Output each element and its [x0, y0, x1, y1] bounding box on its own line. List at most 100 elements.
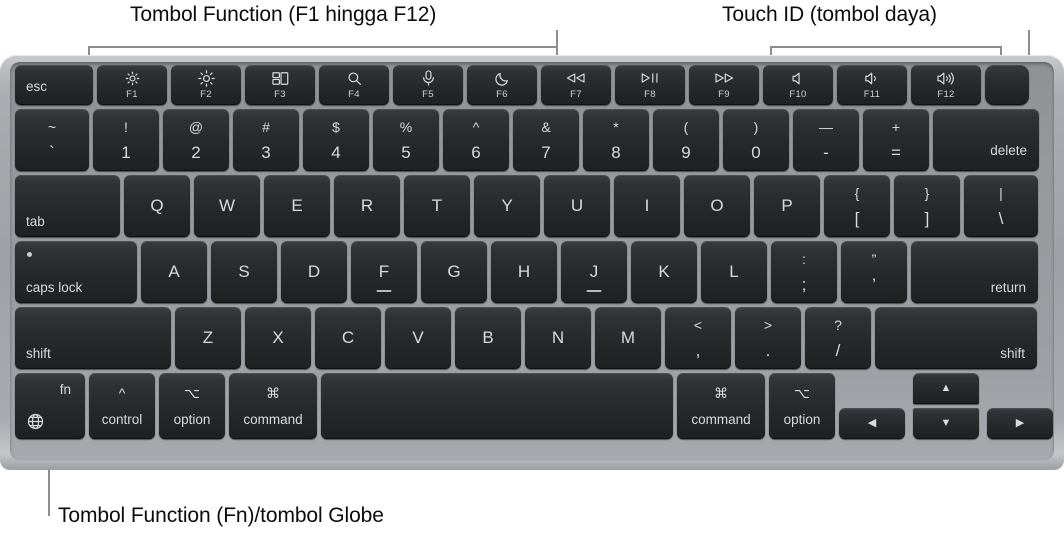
- equals-plus-key[interactable]: + =: [863, 109, 929, 171]
- arrow-key-cluster: ◀ ▲ ▼ ▶: [839, 373, 1053, 439]
- space-bar[interactable]: [321, 373, 673, 439]
- dictation-microphone-icon: [422, 70, 435, 86]
- n-key[interactable]: N: [525, 307, 591, 369]
- digit-6-key[interactable]: ^ 6: [443, 109, 509, 171]
- comma-shift-label: <: [693, 317, 703, 333]
- f6-do-not-disturb-key[interactable]: F6: [467, 65, 537, 105]
- x-key[interactable]: X: [245, 307, 311, 369]
- digit-2-key[interactable]: @ 2: [163, 109, 229, 171]
- esc-key[interactable]: esc: [15, 65, 93, 105]
- touch-id-power-key[interactable]: [985, 65, 1029, 105]
- f2-brightness-up-key[interactable]: F2: [171, 65, 241, 105]
- digit-5-key[interactable]: % 5: [373, 109, 439, 171]
- digit-4-key[interactable]: $ 4: [303, 109, 369, 171]
- t-key[interactable]: T: [404, 175, 470, 237]
- c-key[interactable]: C: [315, 307, 381, 369]
- right-option-key[interactable]: ⌥ option: [769, 373, 835, 439]
- period-key[interactable]: > .: [735, 307, 801, 369]
- digit-3-key[interactable]: # 3: [233, 109, 299, 171]
- j-key[interactable]: J: [561, 241, 627, 303]
- f1-brightness-down-key[interactable]: F1: [97, 65, 167, 105]
- digit-0-key[interactable]: ) 0: [723, 109, 789, 171]
- r-key[interactable]: R: [334, 175, 400, 237]
- right-shift-key[interactable]: shift: [875, 307, 1037, 369]
- g-key[interactable]: G: [421, 241, 487, 303]
- h-key[interactable]: H: [491, 241, 557, 303]
- digit-9-key[interactable]: ( 9: [653, 109, 719, 171]
- f10-mute-key[interactable]: F10: [763, 65, 833, 105]
- e-key[interactable]: E: [264, 175, 330, 237]
- i-key[interactable]: I: [614, 175, 680, 237]
- p-key[interactable]: P: [754, 175, 820, 237]
- right-shift-key-label: shift: [1000, 346, 1025, 361]
- quote-key[interactable]: ” ’: [841, 241, 907, 303]
- fn-globe-key[interactable]: fn: [15, 373, 85, 439]
- f12-volume-up-key[interactable]: F12: [911, 65, 981, 105]
- f8-play-pause-key[interactable]: F8: [615, 65, 685, 105]
- backtick-tilde-key[interactable]: ~ `: [15, 109, 89, 171]
- d-key[interactable]: D: [281, 241, 347, 303]
- semicolon-base-label: ;: [801, 274, 807, 294]
- qwerty-key-row: tab Q W E R T Y U I O P { [ } ] | \: [15, 175, 1049, 237]
- digit-1-base-label: 1: [121, 142, 131, 162]
- delete-key[interactable]: delete: [933, 109, 1039, 171]
- backslash-pipe-key[interactable]: | \: [964, 175, 1038, 237]
- z-key[interactable]: Z: [175, 307, 241, 369]
- a-key[interactable]: A: [141, 241, 207, 303]
- m-key[interactable]: M: [595, 307, 661, 369]
- return-key[interactable]: return: [911, 241, 1038, 303]
- arrow-right-icon: ▶: [1015, 417, 1025, 429]
- o-key[interactable]: O: [684, 175, 750, 237]
- x-key-label: X: [272, 328, 284, 347]
- digit-5-base-label: 5: [401, 142, 411, 162]
- y-key[interactable]: Y: [474, 175, 540, 237]
- do-not-disturb-moon-icon: [494, 71, 510, 86]
- digit-7-key[interactable]: & 7: [513, 109, 579, 171]
- f4-spotlight-search-key[interactable]: F4: [319, 65, 389, 105]
- hyphen-underscore-key[interactable]: — -: [793, 109, 859, 171]
- arrow-down-key[interactable]: ▼: [913, 408, 979, 439]
- a-key-label: A: [168, 262, 180, 281]
- quote-base-label: ’: [872, 274, 876, 294]
- f11-volume-down-key[interactable]: F11: [837, 65, 907, 105]
- digit-1-key[interactable]: ! 1: [93, 109, 159, 171]
- f5-dictation-key[interactable]: F5: [393, 65, 463, 105]
- left-bracket-key[interactable]: { [: [824, 175, 890, 237]
- f9-key-label: F9: [718, 88, 730, 100]
- slash-key[interactable]: ? /: [805, 307, 871, 369]
- w-key-label: W: [218, 196, 236, 215]
- left-shift-key[interactable]: shift: [15, 307, 171, 369]
- c-key-label: C: [341, 328, 355, 347]
- arrow-right-key[interactable]: ▶: [987, 408, 1053, 439]
- u-key[interactable]: U: [544, 175, 610, 237]
- v-key[interactable]: V: [385, 307, 451, 369]
- control-key[interactable]: ^ control: [89, 373, 155, 439]
- arrow-up-key[interactable]: ▲: [913, 373, 979, 404]
- right-command-key[interactable]: ⌘ command: [677, 373, 765, 439]
- l-key[interactable]: L: [701, 241, 767, 303]
- right-bracket-key[interactable]: } ]: [894, 175, 960, 237]
- q-key[interactable]: Q: [124, 175, 190, 237]
- b-key[interactable]: B: [455, 307, 521, 369]
- f-key[interactable]: F: [351, 241, 417, 303]
- semicolon-key[interactable]: : ;: [771, 241, 837, 303]
- left-shift-key-label: shift: [26, 346, 51, 361]
- f7-rewind-key[interactable]: F7: [541, 65, 611, 105]
- u-key-label: U: [570, 196, 584, 215]
- f9-fast-forward-key[interactable]: F9: [689, 65, 759, 105]
- left-option-key[interactable]: ⌥ option: [159, 373, 225, 439]
- s-key[interactable]: S: [211, 241, 277, 303]
- left-command-key[interactable]: ⌘ command: [229, 373, 317, 439]
- caps-lock-key[interactable]: caps lock: [15, 241, 137, 303]
- function-key-row: esc F1 F2 F3 F4 F5 F6 F7 F8 F9 F10 F11 F…: [15, 65, 1049, 105]
- digit-8-key[interactable]: * 8: [583, 109, 649, 171]
- digit-9-base-label: 9: [681, 142, 691, 162]
- k-key[interactable]: K: [631, 241, 697, 303]
- arrow-left-key[interactable]: ◀: [839, 408, 905, 439]
- f3-mission-control-key[interactable]: F3: [245, 65, 315, 105]
- tab-key[interactable]: tab: [15, 175, 120, 237]
- digit-3-shift-label: #: [262, 119, 270, 135]
- w-key[interactable]: W: [194, 175, 260, 237]
- digit-0-shift-label: ): [753, 119, 759, 135]
- comma-key[interactable]: < ,: [665, 307, 731, 369]
